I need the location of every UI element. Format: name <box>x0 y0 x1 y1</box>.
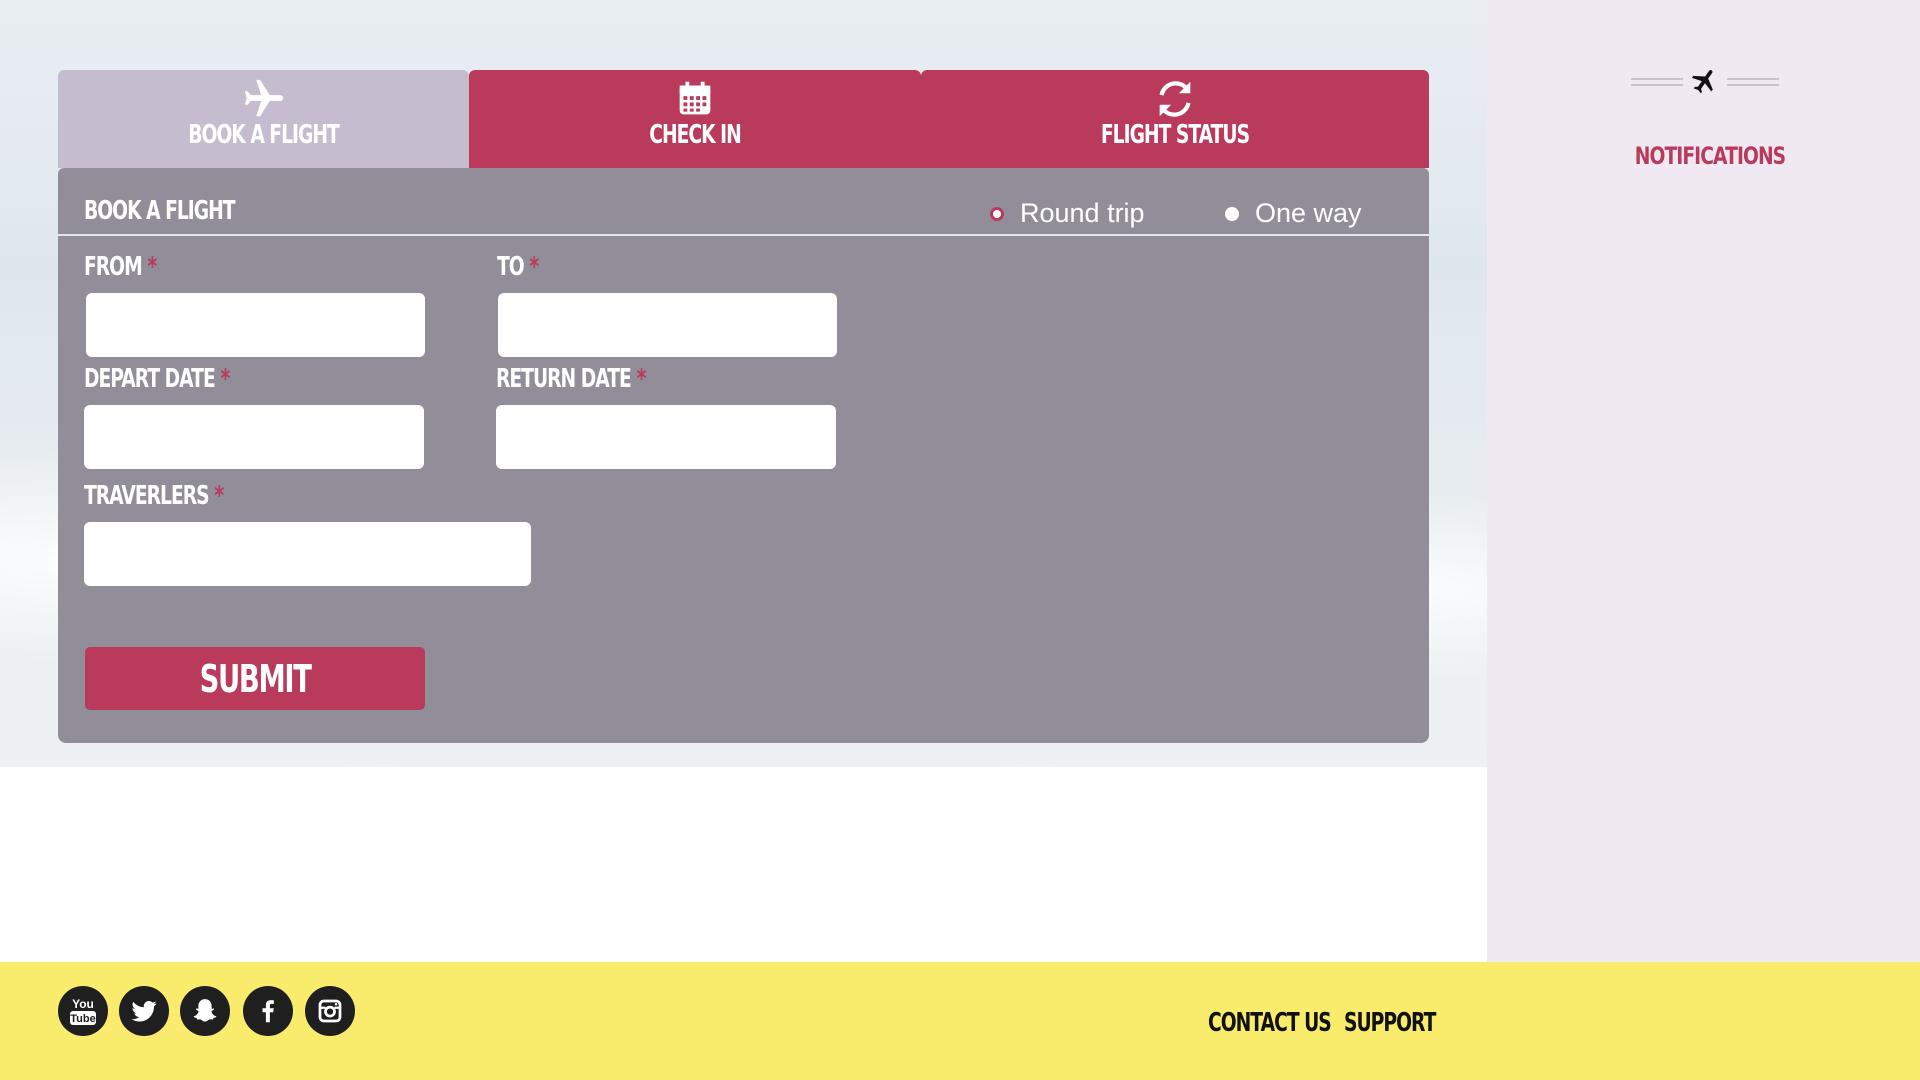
snapchat-ghost <box>193 999 217 1022</box>
calendar-icon <box>679 81 711 115</box>
tab-label: CHECK IN <box>649 120 742 150</box>
tab-label: BOOK A FLIGHT <box>188 120 340 150</box>
return-date-input[interactable] <box>496 405 836 469</box>
required-mark: * <box>220 364 230 394</box>
required-mark: * <box>636 364 647 394</box>
depart-date-label: DEPART DATE * <box>84 364 230 394</box>
facebook-icon[interactable] <box>243 986 293 1036</box>
refresh-icon <box>1159 81 1191 117</box>
form-title: BOOK A FLIGHT <box>84 196 236 226</box>
to-label: TO * <box>497 252 539 282</box>
required-mark: * <box>147 252 157 282</box>
divider-right <box>1727 78 1779 86</box>
support-link[interactable]: SUPPORT <box>1344 1008 1436 1038</box>
return-date-label: RETURN DATE * <box>496 364 647 394</box>
instagram-icon[interactable] <box>305 986 355 1036</box>
travelers-label: TRAVERLERS * <box>84 481 224 511</box>
submit-label: SUBMIT <box>199 656 311 701</box>
to-input[interactable] <box>498 293 837 357</box>
radio-round-trip[interactable]: Round trip <box>990 198 1145 229</box>
depart-date-input[interactable] <box>84 405 424 469</box>
airplane-icon <box>1691 70 1713 94</box>
submit-button[interactable]: SUBMIT <box>85 647 425 710</box>
svg-text:Tube: Tube <box>70 1013 95 1025</box>
travelers-input[interactable] <box>84 522 531 586</box>
label-text: TRAVERLERS <box>84 481 210 511</box>
required-mark: * <box>214 481 224 511</box>
label-text: RETURN DATE <box>496 364 632 394</box>
form-header <box>58 168 1429 234</box>
twitter-bird <box>131 1000 157 1022</box>
radio-indicator <box>1225 206 1239 221</box>
radio-label: One way <box>1255 198 1362 228</box>
tab-check-in[interactable]: CHECK IN <box>469 70 921 168</box>
required-mark: * <box>529 252 539 282</box>
snapchat-icon[interactable] <box>180 986 230 1036</box>
label-text: DEPART DATE <box>84 364 216 394</box>
radio-one-way[interactable]: One way <box>1225 198 1362 229</box>
tab-flight-status[interactable]: FLIGHT STATUS <box>921 70 1429 168</box>
from-label: FROM * <box>84 252 157 282</box>
svg-text:You: You <box>72 997 94 1011</box>
facebook-f <box>262 1000 274 1023</box>
content-area <box>0 767 1487 962</box>
radio-label: Round trip <box>1020 198 1145 228</box>
airplane-icon <box>244 79 283 117</box>
label-text: TO <box>497 252 525 282</box>
contact-us-link[interactable]: CONTACT US <box>1208 1008 1332 1038</box>
from-input[interactable] <box>86 293 425 357</box>
twitter-icon[interactable] <box>119 986 169 1036</box>
divider-left <box>1631 78 1683 86</box>
tab-label: FLIGHT STATUS <box>1100 120 1250 150</box>
radio-selected-indicator <box>990 206 1004 221</box>
youtube-logo: You Tube <box>70 997 96 1025</box>
tab-book-a-flight[interactable]: BOOK A FLIGHT <box>58 70 469 168</box>
label-text: FROM <box>84 252 143 282</box>
notifications-title: NOTIFICATIONS <box>1634 142 1786 170</box>
instagram-camera <box>318 999 342 1023</box>
youtube-icon[interactable]: You Tube <box>58 986 108 1036</box>
